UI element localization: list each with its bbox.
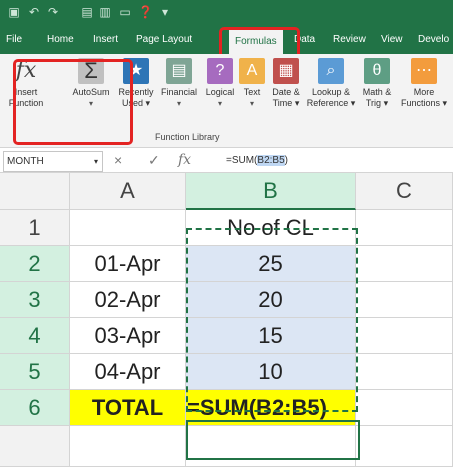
tab-review[interactable]: Review <box>333 26 366 54</box>
enter-icon[interactable]: ✓ <box>148 151 160 170</box>
formula-reference: B2:B5 <box>257 155 285 166</box>
financial-icon: ▤ <box>166 58 192 84</box>
date-time-label-2: Time <box>272 98 293 108</box>
name-box-value: MONTH <box>7 156 44 167</box>
chevron-down-icon[interactable]: ▾ <box>94 152 98 171</box>
row-header-4[interactable]: 4 <box>0 318 70 354</box>
insert-function-icon[interactable]: fx <box>178 151 191 170</box>
column-header-b[interactable]: B <box>186 173 356 210</box>
cell-a1[interactable] <box>70 210 186 246</box>
more-label-2: Functions <box>400 98 440 108</box>
theta-icon: θ <box>364 58 390 84</box>
cancel-icon[interactable]: × <box>114 151 122 170</box>
math-label-2: Trig <box>365 98 382 108</box>
cell-b2[interactable]: 25 <box>186 246 356 282</box>
name-box[interactable]: MONTH ▾ <box>3 151 103 172</box>
cell-b7[interactable] <box>186 426 356 467</box>
text-label: Text <box>243 87 261 97</box>
more-label-1: More <box>413 87 435 97</box>
cell-a6[interactable]: TOTAL <box>70 390 186 426</box>
undo-icon[interactable]: ↶ <box>27 4 41 20</box>
redo-icon[interactable]: ↷ <box>46 4 60 20</box>
cell-a3[interactable]: 02-Apr <box>70 282 186 318</box>
row-header-5[interactable]: 5 <box>0 354 70 390</box>
row-header-6[interactable]: 6 <box>0 390 70 426</box>
cell-c6[interactable] <box>356 390 453 426</box>
row-header-1[interactable]: 1 <box>0 210 70 246</box>
dropdown-arrow-icon: ▾ <box>249 99 254 108</box>
help-icon[interactable]: ❓ <box>138 4 153 20</box>
financial-label: Financial <box>160 87 198 97</box>
row-header-2[interactable]: 2 <box>0 246 70 282</box>
tab-insert[interactable]: Insert <box>93 26 118 54</box>
column-header-c[interactable]: C <box>356 173 453 210</box>
row-header-3[interactable]: 3 <box>0 282 70 318</box>
formula-input[interactable]: =SUM(B2:B5) <box>226 151 288 170</box>
cell-c2[interactable] <box>356 246 453 282</box>
more-functions-button[interactable]: ⋯ More Functions ▾ <box>400 58 448 109</box>
cell-a5[interactable]: 04-Apr <box>70 354 186 390</box>
logical-label: Logical <box>205 87 235 97</box>
cell-c1[interactable] <box>356 210 453 246</box>
cell-c7[interactable] <box>356 426 453 467</box>
cell-b3[interactable]: 20 <box>186 282 356 318</box>
customize-qat-icon[interactable]: ▾ <box>158 4 172 20</box>
financial-button[interactable]: ▤ Financial ▾ <box>158 58 200 109</box>
dropdown-arrow-icon: ▾ <box>176 99 181 108</box>
cell-b1[interactable]: No of CL <box>186 210 356 246</box>
tab-developer[interactable]: Develo <box>418 26 449 54</box>
cell-a4[interactable]: 03-Apr <box>70 318 186 354</box>
dropdown-arrow-icon: ▾ <box>217 99 222 108</box>
tab-page-layout[interactable]: Page Layout <box>136 26 192 54</box>
cell-c5[interactable] <box>356 354 453 390</box>
more-icon: ⋯ <box>411 58 437 84</box>
calendar-icon: ▦ <box>273 58 299 84</box>
question-icon: ? <box>207 58 233 84</box>
insert-autosum-highlight <box>13 59 133 145</box>
cell-c3[interactable] <box>356 282 453 318</box>
select-all-corner[interactable] <box>0 173 70 210</box>
column-header-a[interactable]: A <box>70 173 186 210</box>
cell-b5[interactable]: 10 <box>186 354 356 390</box>
quick-access-toolbar: ▣ ↶ ↷ ▤ ▥ ▭ ❓ ▾ <box>0 0 453 26</box>
lookup-label-1: Lookup & <box>311 87 351 97</box>
formula-prefix: =SUM( <box>226 155 258 166</box>
magnifier-icon: ⌕ <box>318 58 344 84</box>
cell-b4[interactable]: 15 <box>186 318 356 354</box>
cell-c4[interactable] <box>356 318 453 354</box>
cell-b6[interactable]: =SUM(B2:B5) <box>186 390 356 426</box>
date-time-label-1: Date & <box>272 87 300 97</box>
formula-bar: MONTH ▾ × ✓ fx =SUM(B2:B5) <box>0 148 453 173</box>
tab-view[interactable]: View <box>381 26 403 54</box>
cell-a7[interactable] <box>70 426 186 467</box>
lookup-reference-button[interactable]: ⌕ Lookup & Reference ▾ <box>306 58 356 109</box>
logical-button[interactable]: ? Logical ▾ <box>202 58 238 109</box>
math-label-1: Math & <box>362 87 392 97</box>
tab-file[interactable]: File <box>6 26 22 54</box>
formula-suffix: ) <box>284 155 288 166</box>
text-button[interactable]: A Text ▾ <box>239 58 265 109</box>
function-library-group-label: Function Library <box>155 132 220 142</box>
date-time-button[interactable]: ▦ Date & Time ▾ <box>268 58 304 109</box>
tab-home[interactable]: Home <box>47 26 74 54</box>
save-icon[interactable]: ▣ <box>7 4 21 20</box>
math-trig-button[interactable]: θ Math & Trig ▾ <box>359 58 395 109</box>
quick-print-icon[interactable]: ▤ <box>80 4 94 20</box>
lookup-label-2: Reference <box>306 98 349 108</box>
print-preview-icon[interactable]: ▥ <box>98 4 112 20</box>
row-header-7[interactable] <box>0 426 70 467</box>
text-a-icon: A <box>239 58 265 84</box>
worksheet-grid: A B C 1 No of CL 2 01-Apr 25 3 02-Apr 20… <box>0 173 453 467</box>
cell-a2[interactable]: 01-Apr <box>70 246 186 282</box>
email-icon[interactable]: ▭ <box>118 4 132 20</box>
